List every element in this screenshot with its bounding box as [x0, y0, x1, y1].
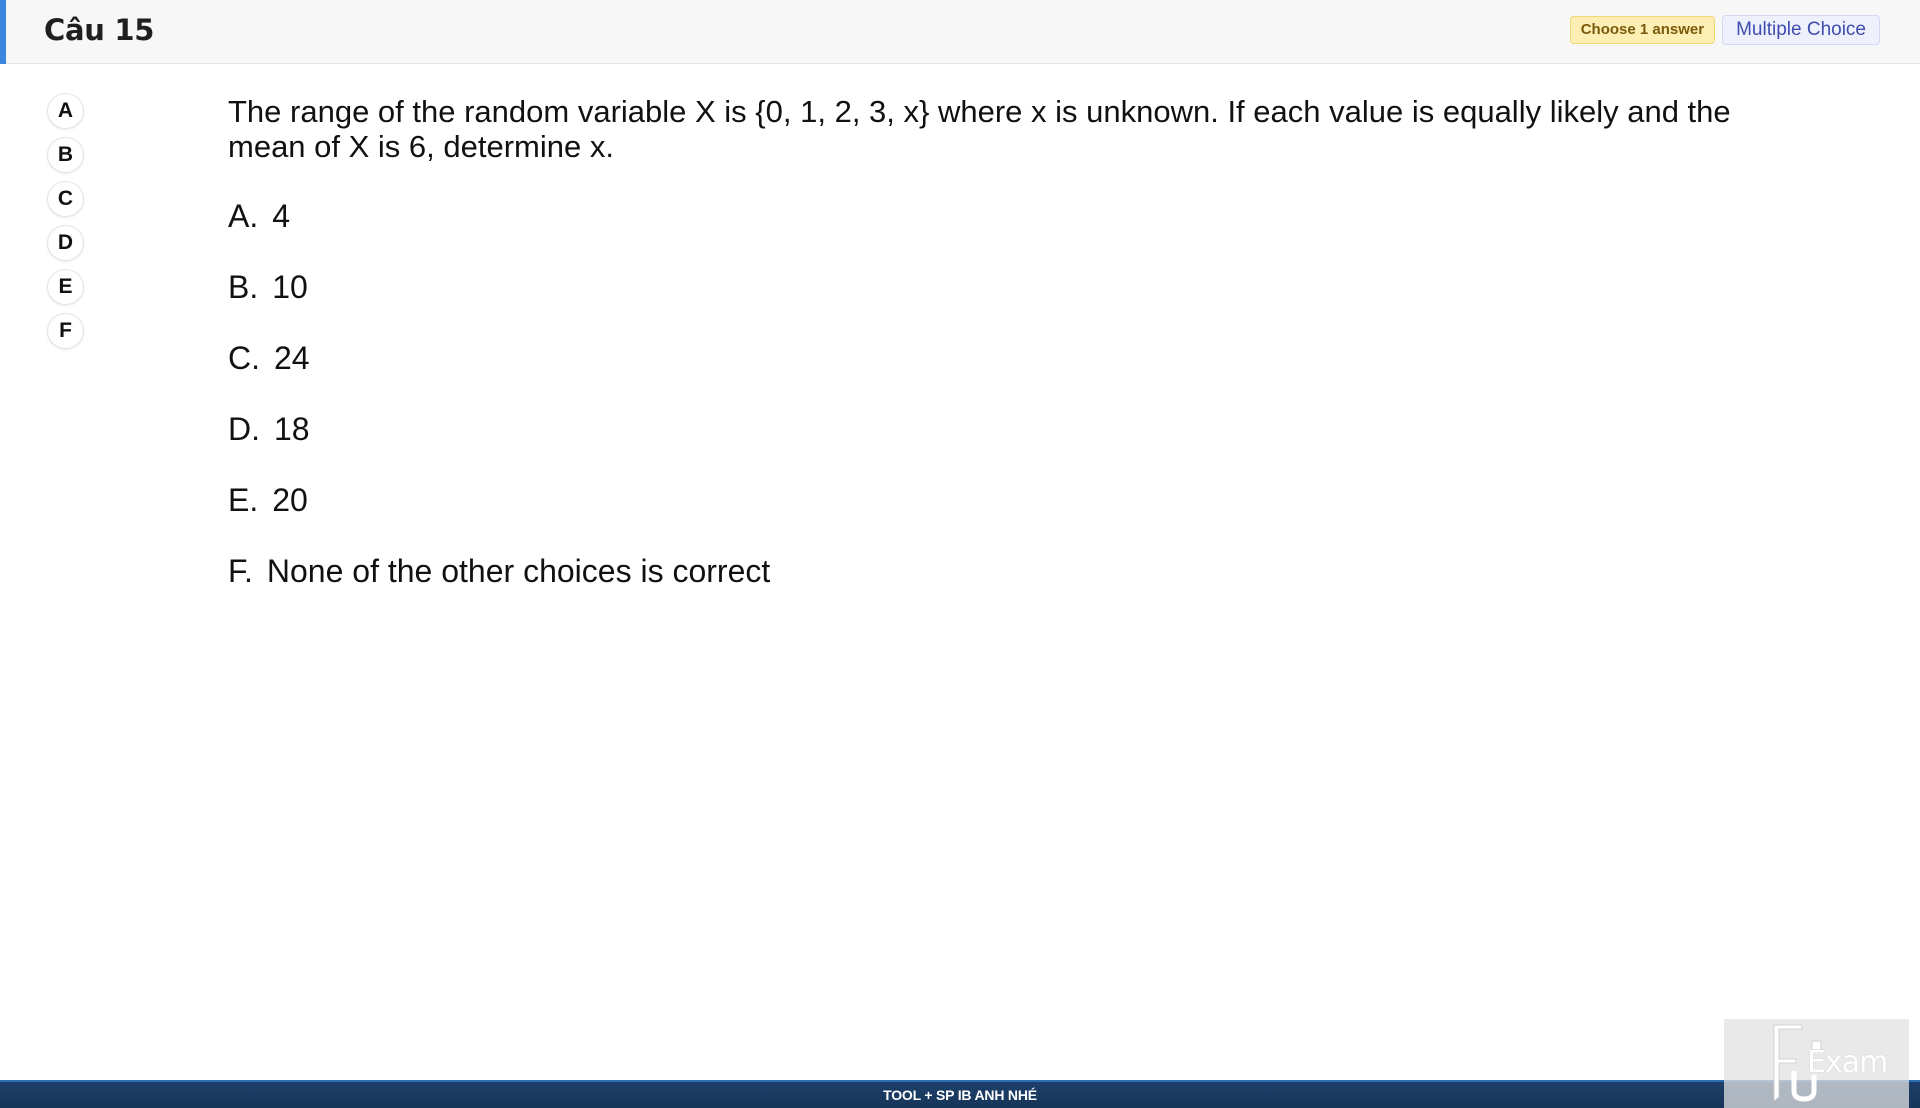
- choice-letter: C.: [228, 340, 260, 376]
- choice-letter: D.: [228, 411, 260, 447]
- choice-list: A. 4 B. 10 C. 24 D. 18 E. 20 F. None of the ot…: [228, 198, 770, 589]
- logo-text: Exam: [1807, 1045, 1888, 1080]
- choice-item-d: D. 18: [228, 411, 770, 447]
- choice-text: 24: [274, 340, 310, 376]
- answer-button-e[interactable]: E: [47, 269, 84, 305]
- answer-button-b[interactable]: B: [47, 137, 84, 173]
- choice-item-f: F. None of the other choices is correct: [228, 553, 770, 589]
- choice-text: 20: [272, 482, 308, 518]
- choice-letter: F.: [228, 553, 253, 589]
- answer-button-d[interactable]: D: [47, 225, 84, 261]
- answer-button-group: A B C D E F: [47, 93, 84, 349]
- choice-text: None of the other choices is correct: [266, 553, 771, 589]
- footer-bar: TOOL + SP IB ANH NHÉ: [0, 1080, 1920, 1108]
- question-title: Câu 15: [44, 13, 155, 47]
- choice-text: 4: [272, 198, 291, 234]
- question-type-badge: Multiple Choice: [1722, 15, 1880, 45]
- answer-button-c[interactable]: C: [47, 181, 84, 217]
- choice-letter: B.: [228, 269, 259, 305]
- choice-item-e: E. 20: [228, 482, 770, 518]
- header-badges: Choose 1 answer Multiple Choice: [1569, 15, 1880, 45]
- choice-text: 10: [272, 269, 308, 305]
- choose-answer-badge: Choose 1 answer: [1569, 16, 1716, 44]
- choice-letter: A.: [228, 198, 259, 234]
- choice-item-b: B. 10: [228, 269, 770, 305]
- question-text: The range of the random variable X is {0…: [228, 94, 1731, 164]
- choice-text: 18: [274, 411, 310, 447]
- choice-item-a: A. 4: [228, 198, 770, 234]
- answer-button-a[interactable]: A: [47, 93, 84, 129]
- question-header: Câu 15 Choose 1 answer Multiple Choice: [0, 0, 1920, 64]
- choice-item-c: C. 24: [228, 340, 770, 376]
- exam-logo: Exam: [1724, 1019, 1909, 1108]
- answer-button-f[interactable]: F: [47, 313, 84, 349]
- header-accent-bar: [0, 0, 6, 64]
- choice-letter: E.: [228, 482, 259, 518]
